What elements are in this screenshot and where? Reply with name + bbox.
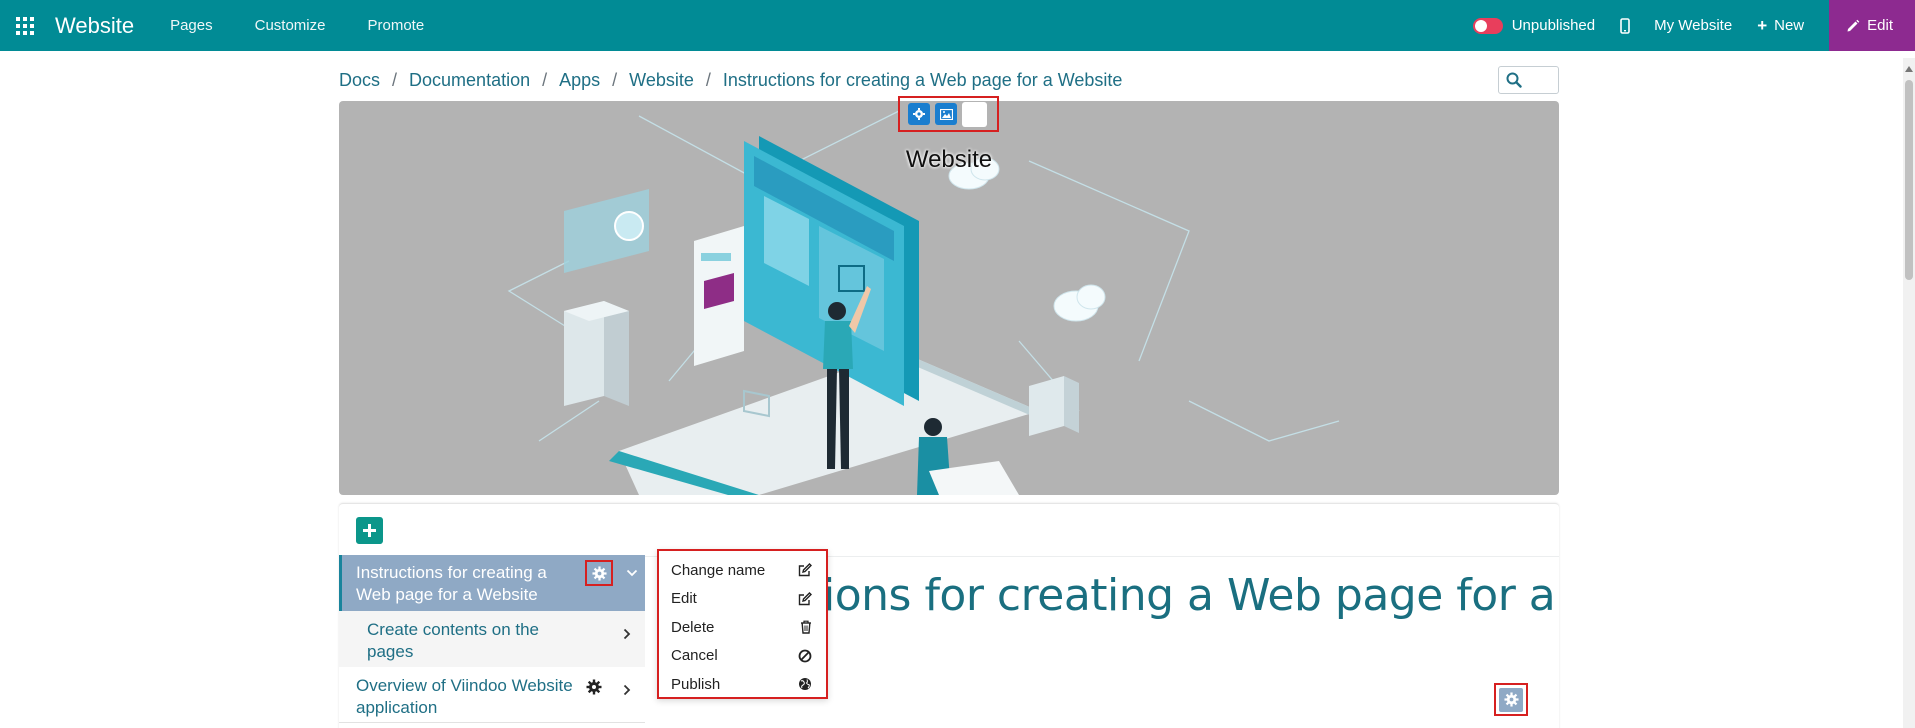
menu-item-delete[interactable]: Delete — [659, 613, 826, 642]
menu-item-publish[interactable]: Publish — [659, 670, 826, 699]
hero-image-button[interactable] — [935, 103, 957, 125]
menu-pages[interactable]: Pages — [170, 17, 213, 34]
sidebar-item-create-contents[interactable]: Create contents on the pages — [339, 611, 645, 667]
breadcrumb-separator: / — [392, 69, 398, 90]
page-title: ions for creating a Web page for a — [823, 570, 1556, 621]
globe-icon — [799, 678, 811, 691]
edit-icon — [798, 591, 812, 605]
breadcrumb-documentation[interactable]: Documentation — [409, 70, 530, 91]
chevron-down-icon[interactable] — [626, 569, 638, 577]
ban-icon — [798, 649, 812, 663]
menu-item-change-name[interactable]: Change name — [659, 556, 826, 585]
context-menu: Change name Edit Delete Cancel Publish — [657, 549, 828, 699]
page-settings-box — [1494, 683, 1528, 716]
search-input[interactable] — [1498, 66, 1559, 94]
sidebar-item-overview[interactable]: Overview of Viindoo Website application — [339, 667, 645, 723]
new-label: New — [1774, 17, 1805, 34]
sidebar-item-label: Create contents on the pages — [367, 620, 540, 661]
breadcrumb-current[interactable]: Instructions for creating a Web page for… — [723, 70, 1123, 91]
breadcrumb: Docs / Documentation / Apps / Website / … — [339, 67, 1122, 93]
pencil-icon — [1847, 19, 1860, 31]
gear-icon — [1503, 692, 1519, 707]
menu-item-label: Edit — [671, 590, 697, 608]
publish-toggle[interactable]: Unpublished — [1472, 17, 1596, 34]
sidebar-item-label: Overview of Viindoo Website application — [356, 676, 573, 717]
scrollbar-thumb[interactable] — [1905, 80, 1913, 280]
scroll-up-arrow-icon[interactable] — [1905, 66, 1913, 72]
breadcrumb-docs[interactable]: Docs — [339, 70, 380, 91]
menu-promote[interactable]: Promote — [367, 17, 424, 34]
top-navbar: Website Pages Customize Promote Unpublis… — [0, 0, 1915, 51]
chevron-right-icon[interactable] — [623, 628, 631, 640]
trash-icon — [801, 620, 811, 634]
menu-item-label: Delete — [671, 618, 715, 636]
breadcrumb-separator: / — [705, 69, 711, 90]
app-brand[interactable]: Website — [55, 13, 134, 39]
image-icon — [939, 108, 953, 120]
menu-item-label: Change name — [671, 561, 766, 579]
docs-sidebar: Instructions for creating a Web page for… — [339, 555, 645, 728]
menu-item-edit[interactable]: Edit — [659, 585, 826, 614]
new-button[interactable]: + New — [1757, 16, 1804, 36]
gear-icon[interactable] — [586, 679, 602, 695]
publish-status-label: Unpublished — [1511, 17, 1596, 34]
breadcrumb-separator: / — [612, 69, 618, 90]
toggle-switch[interactable] — [1472, 17, 1503, 34]
navbar-right: Unpublished My Website + New Edit — [1472, 0, 1915, 51]
menu-item-cancel[interactable]: Cancel — [659, 642, 826, 671]
edit-button[interactable]: Edit — [1829, 0, 1915, 51]
page-settings-button[interactable] — [1499, 687, 1523, 712]
menu-item-label: Cancel — [671, 647, 718, 665]
hero-settings-button[interactable] — [908, 103, 930, 125]
plus-icon — [363, 524, 376, 537]
menu-customize[interactable]: Customize — [255, 17, 326, 34]
edit-icon — [798, 563, 812, 577]
gear-icon — [913, 108, 925, 120]
sidebar-item-settings-button[interactable] — [585, 560, 613, 586]
breadcrumb-apps[interactable]: Apps — [559, 70, 600, 91]
hero-toolbar — [898, 96, 999, 132]
search-icon — [1506, 72, 1522, 88]
apps-grid-icon[interactable] — [13, 14, 37, 38]
gear-icon — [591, 565, 607, 581]
breadcrumb-separator: / — [542, 69, 548, 90]
sidebar-item-instructions[interactable]: Instructions for creating a Web page for… — [339, 555, 645, 611]
plus-icon: + — [1757, 15, 1768, 35]
menu-item-label: Publish — [671, 675, 721, 693]
breadcrumb-website[interactable]: Website — [629, 70, 694, 91]
hero-color-button[interactable] — [962, 101, 987, 127]
hero-banner: Website — [339, 101, 1559, 495]
add-button[interactable] — [356, 517, 383, 544]
mobile-preview-icon[interactable] — [1620, 17, 1630, 34]
sidebar-item-label: Instructions for creating a Web page for… — [356, 563, 547, 604]
edit-label: Edit — [1867, 17, 1893, 34]
chevron-right-icon[interactable] — [623, 684, 631, 696]
hero-title: Website — [905, 146, 993, 173]
page-scrollbar[interactable] — [1903, 58, 1915, 728]
my-website-link[interactable]: My Website — [1654, 17, 1732, 34]
